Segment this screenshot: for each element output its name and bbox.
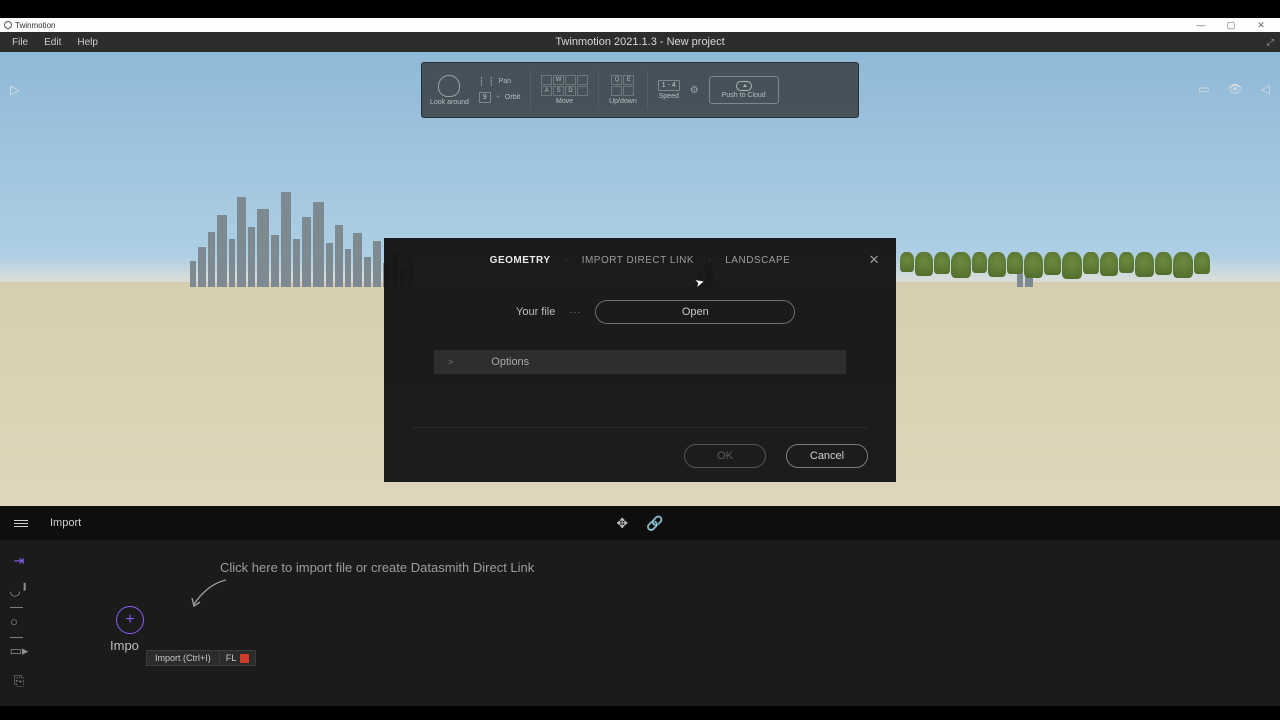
import-tooltip: Import (Ctrl+I) FL — [146, 650, 256, 666]
menu-edit[interactable]: Edit — [36, 37, 69, 48]
lower-panel: ⇥ ◡╹ —○— ▭▸ ⎘ Click here to import file … — [0, 540, 1280, 706]
file-options-icon[interactable]: ··· — [569, 307, 581, 317]
dialog-close-icon[interactable]: ✕ — [869, 252, 880, 268]
os-titlebar: Twinmotion — ▢ ✕ — [0, 18, 1280, 32]
aspect-ratio-icon[interactable]: ▭ — [1198, 82, 1209, 96]
dock-bar: Import ✥ 🔗 — [0, 506, 1280, 540]
hud-updown-label: Up/down — [609, 98, 637, 105]
cancel-button[interactable]: Cancel — [786, 444, 868, 468]
hud-speed-label: Speed — [659, 93, 679, 100]
tab-import-direct-link[interactable]: IMPORT DIRECT LINK — [582, 255, 694, 266]
window-minimize-button[interactable]: — — [1186, 18, 1216, 32]
hint-arrow-icon — [188, 578, 228, 612]
hud-orbit-key: 9 — [479, 92, 491, 103]
navigation-hud: Look around ┆ ┆ Pan 9 + Orbit W — [421, 62, 859, 118]
move-gizmo-icon[interactable]: ✥ — [616, 515, 628, 532]
hud-updown-keys: Q E — [611, 75, 634, 96]
menu-help[interactable]: Help — [69, 37, 106, 48]
open-file-button[interactable]: Open — [595, 300, 795, 324]
your-file-label: Your file — [516, 306, 555, 318]
link-icon[interactable]: 🔗 — [646, 515, 663, 532]
eye-visibility-icon[interactable]: 👁 — [1228, 82, 1243, 96]
chevron-right-icon: > — [448, 357, 453, 367]
hud-speed-value: 1 - 4 — [658, 80, 680, 91]
menu-file[interactable]: File — [4, 37, 36, 48]
tab-landscape[interactable]: LANDSCAPE — [725, 255, 790, 266]
options-expander[interactable]: > Options — [434, 350, 846, 374]
import-add-button[interactable]: + — [116, 606, 144, 634]
tool-media-icon[interactable]: ▭▸ — [10, 644, 28, 658]
tool-export-icon[interactable]: ⎘ — [10, 674, 28, 688]
import-hint-text: Click here to import file or create Data… — [220, 560, 1260, 575]
hud-orbit-label: Orbit — [505, 94, 520, 101]
push-to-cloud-button[interactable]: Push to Cloud — [709, 76, 779, 104]
options-label: Options — [491, 356, 529, 368]
hud-look-label: Look around — [430, 99, 469, 106]
twinmotion-logo-icon — [4, 21, 12, 29]
play-icon[interactable]: ▷ — [10, 82, 20, 98]
ok-button[interactable]: OK — [684, 444, 766, 468]
import-dialog: GEOMETRY · IMPORT DIRECT LINK · LANDSCAP… — [384, 238, 896, 482]
hud-settings-icon[interactable]: ⚙ — [690, 85, 699, 96]
viewport-3d[interactable]: ▷ ▭ 👁 ◁ Look around ┆ ┆ Pan 9 + Or — [0, 52, 1280, 506]
import-label-truncated: Impo — [110, 638, 139, 653]
os-app-name: Twinmotion — [15, 21, 55, 30]
tab-geometry[interactable]: GEOMETRY — [490, 255, 551, 266]
hamburger-menu-icon[interactable] — [14, 520, 28, 527]
panel-toggle-icon[interactable]: ◁ — [1261, 82, 1270, 96]
hud-pan-label: Pan — [499, 78, 511, 85]
tool-import-icon[interactable]: ⇥ — [10, 554, 28, 568]
tooltip-record-icon — [240, 654, 249, 663]
hud-move-label: Move — [556, 98, 573, 105]
window-maximize-button[interactable]: ▢ — [1216, 18, 1246, 32]
mouse-look-icon — [438, 75, 460, 97]
side-toolbar: ⇥ ◡╹ —○— ▭▸ ⎘ — [10, 554, 28, 688]
tooltip-key: FL — [226, 653, 237, 663]
dock-breadcrumb[interactable]: Import — [50, 517, 81, 529]
tool-terrain-icon[interactable]: ◡╹ — [10, 584, 28, 598]
cloud-upload-icon — [736, 81, 752, 91]
document-title: Twinmotion 2021.1.3 - New project — [555, 36, 724, 48]
tool-context-icon[interactable]: —○— — [10, 614, 28, 628]
menubar: File Edit Help Twinmotion 2021.1.3 - New… — [0, 32, 1280, 52]
tooltip-text: Import (Ctrl+I) — [146, 650, 220, 666]
hud-move-keys: W A S D — [541, 75, 588, 96]
window-close-button[interactable]: ✕ — [1246, 18, 1276, 32]
fullscreen-icon[interactable]: ⤢ — [1267, 37, 1274, 48]
